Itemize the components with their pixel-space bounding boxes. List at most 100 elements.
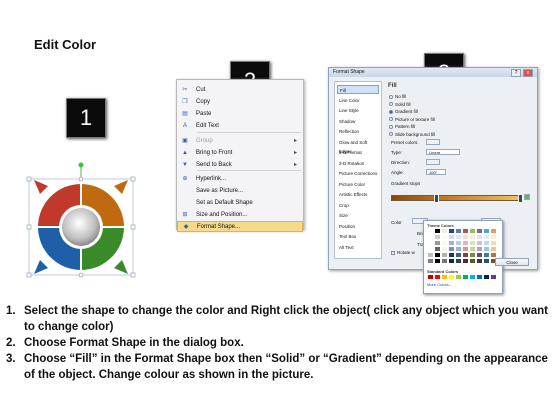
- color-swatch[interactable]: [484, 247, 489, 251]
- more-colors-link[interactable]: More Colors...: [427, 282, 452, 287]
- context-menu-item[interactable]: ▤ Paste: [177, 108, 303, 119]
- color-swatch[interactable]: [449, 259, 454, 263]
- color-swatch[interactable]: [442, 229, 447, 233]
- color-swatch[interactable]: [463, 241, 468, 245]
- close-button[interactable]: Close: [495, 258, 529, 266]
- dialog-title-bar[interactable]: Format Shape ? x: [329, 68, 537, 77]
- color-swatch[interactable]: [477, 259, 482, 263]
- close-window-button[interactable]: x: [523, 69, 533, 77]
- color-swatch[interactable]: [456, 229, 461, 233]
- color-swatch[interactable]: [477, 241, 482, 245]
- category-item[interactable]: Text Box: [337, 232, 379, 241]
- category-item[interactable]: Size: [337, 211, 379, 220]
- context-menu-item[interactable]: Set as Default Shape: [177, 197, 303, 208]
- add-stop-icon[interactable]: [524, 194, 530, 200]
- color-swatch[interactable]: [484, 259, 489, 263]
- color-swatch[interactable]: [456, 247, 461, 251]
- color-swatch[interactable]: [428, 275, 433, 279]
- color-swatch[interactable]: [449, 229, 454, 233]
- color-swatch[interactable]: [449, 253, 454, 257]
- color-swatch[interactable]: [484, 229, 489, 233]
- type-dropdown[interactable]: Linear: [426, 149, 460, 155]
- color-swatch[interactable]: [442, 241, 447, 245]
- color-swatch[interactable]: [470, 247, 475, 251]
- context-menu-item[interactable]: ✂ Cut: [177, 84, 303, 95]
- color-swatch[interactable]: [463, 229, 468, 233]
- color-swatch[interactable]: [435, 253, 440, 257]
- context-menu-item[interactable]: ◆ Format Shape...: [177, 221, 303, 232]
- context-menu-item[interactable]: ❐ Copy: [177, 96, 303, 107]
- color-swatch[interactable]: [470, 229, 475, 233]
- color-swatch[interactable]: [491, 235, 496, 239]
- gradient-bar[interactable]: [391, 195, 521, 201]
- color-swatch[interactable]: [435, 241, 440, 245]
- color-swatch[interactable]: [463, 275, 468, 279]
- category-item[interactable]: Alt Text: [337, 243, 379, 252]
- color-swatch[interactable]: [463, 235, 468, 239]
- circular-arrow-shape[interactable]: [20, 160, 142, 282]
- color-swatch[interactable]: [456, 235, 461, 239]
- color-swatch[interactable]: [477, 253, 482, 257]
- gradient-stop-handle[interactable]: [434, 194, 439, 203]
- color-swatch[interactable]: [449, 241, 454, 245]
- fill-option-radio[interactable]: Pattern fill: [389, 123, 415, 130]
- context-menu-item[interactable]: ⊕ Hyperlink...: [177, 173, 303, 184]
- help-button[interactable]: ?: [511, 69, 521, 77]
- color-swatch[interactable]: [449, 275, 454, 279]
- color-swatch[interactable]: [470, 241, 475, 245]
- color-swatch[interactable]: [470, 259, 475, 263]
- color-swatch[interactable]: [484, 275, 489, 279]
- fill-option-radio[interactable]: Gradient fill: [389, 108, 418, 115]
- color-swatch[interactable]: [484, 253, 489, 257]
- color-swatch[interactable]: [442, 247, 447, 251]
- context-menu-item[interactable]: ▣ Group ▸: [177, 135, 303, 146]
- category-item[interactable]: 3-D Rotation: [337, 159, 379, 168]
- color-swatch[interactable]: [470, 253, 475, 257]
- color-swatch[interactable]: [477, 247, 482, 251]
- category-item[interactable]: 3-D Format: [337, 148, 379, 157]
- color-swatch[interactable]: [463, 253, 468, 257]
- color-swatch[interactable]: [491, 247, 496, 251]
- category-item[interactable]: Picture Color: [337, 180, 379, 189]
- color-swatch[interactable]: [491, 253, 496, 257]
- color-swatch[interactable]: [477, 235, 482, 239]
- angle-input[interactable]: 100°: [426, 169, 446, 175]
- category-item[interactable]: Picture Corrections: [337, 169, 379, 178]
- color-swatch[interactable]: [428, 247, 433, 251]
- fill-option-radio[interactable]: Picture or texture fill: [389, 116, 435, 123]
- color-swatch[interactable]: [477, 229, 482, 233]
- context-menu-item[interactable]: ▲ Bring to Front ▸: [177, 147, 303, 158]
- direction-dropdown[interactable]: [426, 159, 440, 165]
- color-swatch[interactable]: [456, 253, 461, 257]
- color-swatch[interactable]: [470, 275, 475, 279]
- color-swatch[interactable]: [442, 253, 447, 257]
- color-swatch[interactable]: [449, 247, 454, 251]
- color-swatch[interactable]: [491, 275, 496, 279]
- color-swatch[interactable]: [428, 235, 433, 239]
- category-item[interactable]: Shadow: [337, 117, 379, 126]
- color-swatch[interactable]: [435, 247, 440, 251]
- color-swatch[interactable]: [442, 275, 447, 279]
- category-item[interactable]: Position: [337, 222, 379, 231]
- category-item[interactable]: Artistic Effects: [337, 190, 379, 199]
- category-item[interactable]: Crop: [337, 201, 379, 210]
- color-swatch[interactable]: [484, 241, 489, 245]
- color-swatch[interactable]: [442, 235, 447, 239]
- color-swatch[interactable]: [484, 235, 489, 239]
- color-swatch[interactable]: [456, 241, 461, 245]
- color-swatch[interactable]: [470, 235, 475, 239]
- color-swatch[interactable]: [491, 229, 496, 233]
- color-swatch[interactable]: [428, 241, 433, 245]
- color-swatch[interactable]: [463, 259, 468, 263]
- preset-colors-dropdown[interactable]: [426, 139, 440, 145]
- color-swatch[interactable]: [491, 241, 496, 245]
- color-swatch[interactable]: [463, 247, 468, 251]
- context-menu-item[interactable]: ▼ Send to Back ▸: [177, 159, 303, 170]
- color-swatch[interactable]: [477, 275, 482, 279]
- color-swatch[interactable]: [435, 235, 440, 239]
- color-swatch[interactable]: [435, 229, 440, 233]
- category-item[interactable]: Line Color: [337, 96, 379, 105]
- fill-option-radio[interactable]: Solid fill: [389, 101, 411, 108]
- rotate-checkbox[interactable]: Rotate w: [391, 249, 415, 256]
- color-swatch[interactable]: [435, 275, 440, 279]
